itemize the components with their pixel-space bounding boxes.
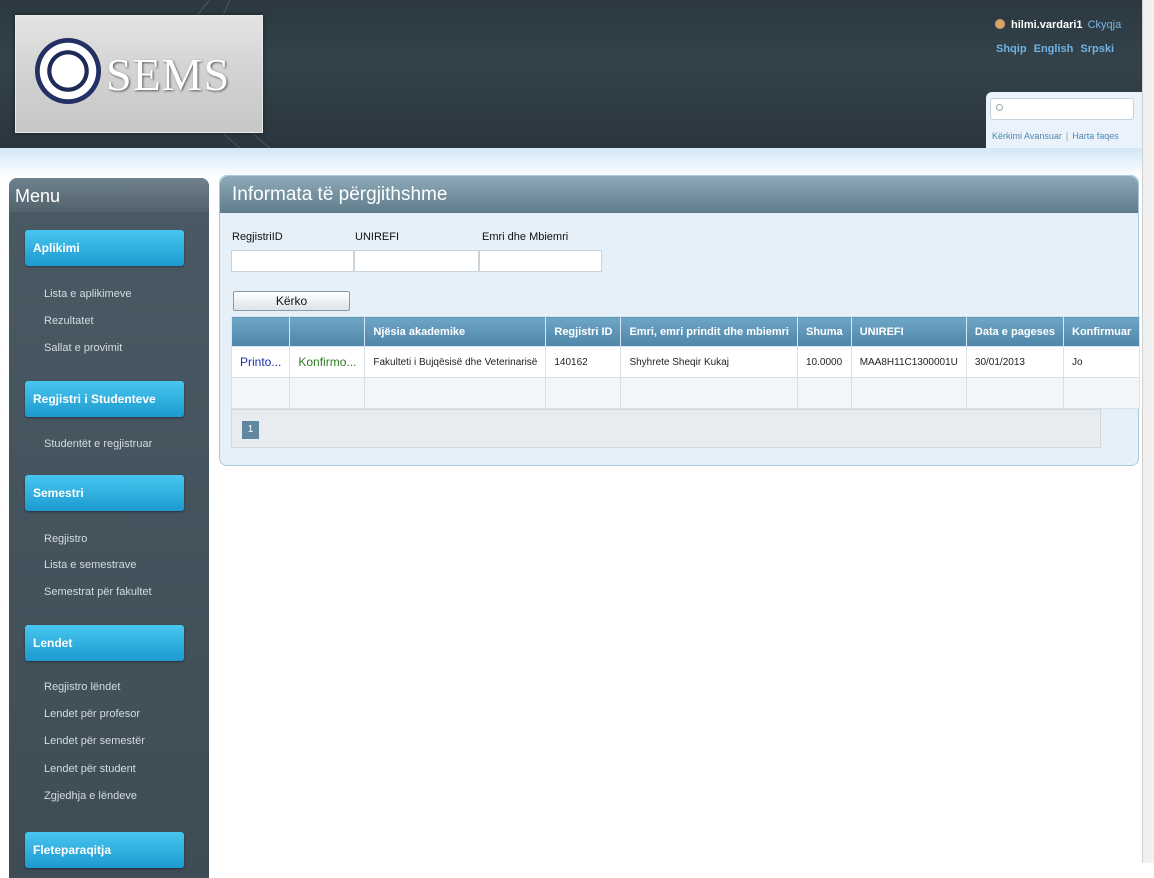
sidebar-section-regjistri[interactable]: Regjistri i Studenteve [25,381,184,417]
sidebar-item-studentet[interactable]: Studentët e regjistruar [44,438,152,450]
col-njesia[interactable]: Njësia akademike [364,316,547,347]
sidebar: Menu Aplikimi Lista e aplikimeve Rezulta… [9,178,209,878]
sidebar-item-lendet-profesor[interactable]: Lendet për profesor [44,708,140,720]
logout-link[interactable]: Ckyqja [1088,19,1122,31]
scrollbar[interactable] [1142,0,1154,863]
confirm-link[interactable]: Konfirmo... [289,346,366,378]
main-panel: Informata të përgjithshme RegjistriID UN… [219,175,1141,466]
logo[interactable]: SEMS [15,15,263,133]
page-title: Informata të përgjithshme [220,176,1138,213]
cell-emri: Shyhrete Sheqir Kukaj [620,346,798,378]
search-input[interactable] [990,98,1134,120]
unirefi-label: UNIREFI [355,231,399,243]
empty-cell [545,377,622,409]
unirefi-input[interactable] [354,250,479,272]
table-row-empty [230,377,1141,409]
table-row: Printo... Konfirmo... Fakulteti i Bujqës… [230,346,1141,378]
empty-cell [620,377,798,409]
regjistri-input[interactable] [231,250,354,272]
sidebar-item-regjistro-lendet[interactable]: Regjistro lëndet [44,681,120,693]
empty-cell [1063,377,1141,409]
empty-cell [965,377,1065,409]
logo-text: SEMS [106,49,231,100]
sidebar-item-zgjedhja-lendeve[interactable]: Zgjedhja e lëndeve [44,790,137,802]
sidebar-section-aplikimi[interactable]: Aplikimi [25,230,184,266]
search-links: Kërkimi Avansuar | Harta faqes [992,131,1119,141]
language-switcher: Shqip English Srpski [996,43,1114,55]
sidebar-item-sallat-provimit[interactable]: Sallat e provimit [44,342,122,354]
pager: 1 [231,409,1101,448]
cell-data-pageses: 30/01/2013 [965,346,1065,378]
search-button[interactable]: Kërko [233,291,350,311]
cell-shuma: 10.0000 [797,346,852,378]
advanced-search-link[interactable]: Kërkimi Avansuar [992,131,1062,141]
col-unirefi[interactable]: UNIREFI [850,316,967,347]
col-print [230,316,291,347]
sidebar-section-lendet[interactable]: Lendet [25,625,184,661]
link-separator: | [1065,131,1069,141]
user-bar: hilmi.vardari1 Ckyqja [995,19,1121,31]
sidebar-item-rezultatet[interactable]: Rezultatet [44,315,94,327]
print-link[interactable]: Printo... [230,346,291,378]
search-box: Kërkimi Avansuar | Harta faqes [986,92,1142,148]
col-shuma[interactable]: Shuma [797,316,852,347]
col-emri[interactable]: Emri, emri prindit dhe mbiemri [620,316,798,347]
table-header-row: Njësia akademike Regjistri ID Emri, emri… [230,316,1141,347]
university-seal-icon [35,38,101,104]
lang-shqip[interactable]: Shqip [996,43,1027,55]
col-data-pageses[interactable]: Data e pageses [965,316,1065,347]
regjistri-label: RegjistriID [232,231,283,243]
cell-njesia: Fakulteti i Bujqësisë dhe Veterinarisë [364,346,547,378]
col-confirm [289,316,366,347]
page-button[interactable]: 1 [242,421,259,439]
search-icon [996,104,1003,111]
header: SEMS hilmi.vardari1 Ckyqja Shqip English… [0,0,1142,148]
sitemap-link[interactable]: Harta faqes [1072,131,1119,141]
user-icon [995,19,1005,29]
empty-cell [850,377,967,409]
results-table: Njësia akademike Regjistri ID Emri, emri… [230,316,1141,409]
emri-label: Emri dhe Mbiemri [482,231,569,243]
sidebar-section-semestri[interactable]: Semestri [25,475,184,511]
empty-cell [289,377,366,409]
lang-srpski[interactable]: Srpski [1080,43,1114,55]
empty-cell [230,377,291,409]
header-band [0,148,1142,178]
sidebar-item-lista-semestrave[interactable]: Lista e semestrave [44,559,136,571]
empty-cell [364,377,547,409]
sidebar-item-regjistro[interactable]: Regjistro [44,533,87,545]
sidebar-item-semestrat-fakultet[interactable]: Semestrat për fakultet [44,586,152,598]
empty-cell [797,377,852,409]
sidebar-item-lendet-student[interactable]: Lendet për student [44,763,136,775]
col-regjistri-id[interactable]: Regjistri ID [545,316,622,347]
emri-input[interactable] [479,250,602,272]
username: hilmi.vardari1 [1011,19,1083,31]
sidebar-item-lendet-semester[interactable]: Lendet për semestër [44,735,145,747]
sidebar-item-lista-aplikimeve[interactable]: Lista e aplikimeve [44,288,131,300]
menu-title: Menu [9,178,209,212]
col-konfirmuar[interactable]: Konfirmuar [1063,316,1141,347]
cell-regjistri-id: 140162 [545,346,622,378]
header-decoration [185,0,271,148]
cell-unirefi: MAA8H11C1300001U [850,346,967,378]
cell-konfirmuar: Jo [1063,346,1141,378]
lang-english[interactable]: English [1034,43,1074,55]
